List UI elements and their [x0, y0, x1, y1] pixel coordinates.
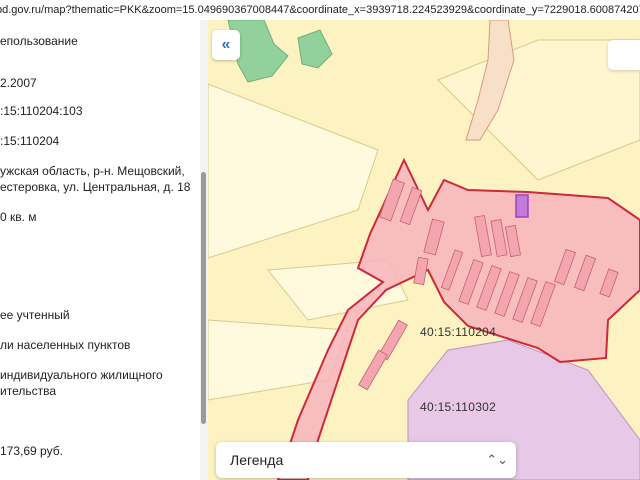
info-line-date: 2.2007 [0, 76, 37, 90]
info-line-cost: 173,69 руб. [0, 444, 63, 458]
info-line-address-1: ужская область, р-н. Мещовский, [0, 164, 185, 178]
info-line-usage: епользование [0, 34, 78, 48]
map-tools-button[interactable] [608, 40, 640, 70]
legend-dropdown[interactable]: Легенда ⌃⌄ [216, 442, 516, 478]
address-bar[interactable]: pd.gov.ru/map?thematic=PKK&zoom=15.04969… [0, 0, 640, 21]
cadastral-label-110204: 40:15:110204 [420, 325, 497, 339]
info-line-permitted-use-2: ительства [0, 384, 57, 398]
info-line-permitted-use-1: индивидуального жилищного [0, 368, 163, 382]
info-panel-scrollbar[interactable] [200, 20, 208, 480]
cadastral-label-110302: 40:15:110302 [420, 400, 497, 414]
info-line-area: 0 кв. м [0, 210, 37, 224]
double-chevron-left-icon: « [221, 36, 231, 53]
info-panel: епользование 2.2007 :15:110204:103 :15:1… [0, 20, 200, 480]
info-line-quarter: :15:110204 [0, 134, 60, 148]
info-line-category: ли населенных пунктов [0, 338, 131, 352]
selected-parcel[interactable] [515, 194, 529, 218]
legend-label: Легенда [230, 452, 284, 468]
url-text: pd.gov.ru/map?thematic=PKK&zoom=15.04969… [0, 4, 640, 16]
info-line-cadastral-number: :15:110204:103 [0, 104, 83, 118]
chevron-up-down-icon: ⌃⌄ [486, 452, 508, 467]
scrollbar-thumb[interactable] [201, 172, 206, 424]
info-line-status: ее учтенный [0, 308, 70, 322]
collapse-panel-button[interactable]: « [212, 30, 240, 60]
info-line-address-2: естеровка, ул. Центральная, д. 18 [0, 180, 191, 194]
